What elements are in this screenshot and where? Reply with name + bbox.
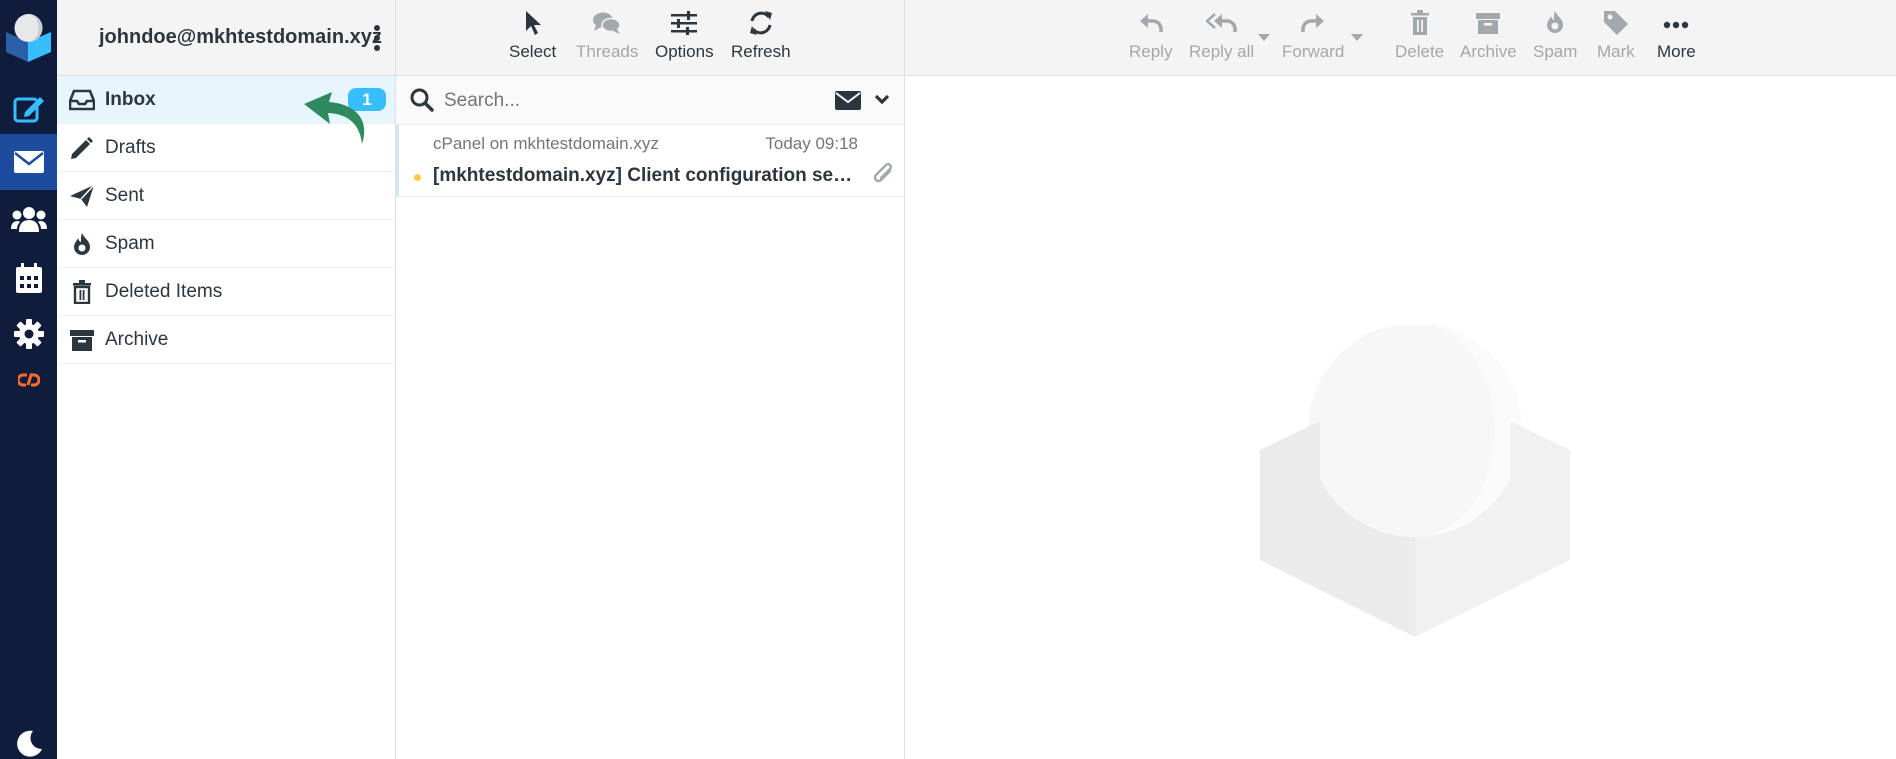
archive-box-icon [69, 328, 95, 352]
folder-label: Drafts [105, 137, 156, 158]
more-dots-icon [1663, 16, 1689, 34]
options-button[interactable]: Options [655, 8, 714, 62]
options-label: Options [655, 42, 714, 61]
fire-icon [1542, 10, 1568, 41]
reply-all-label: Reply all [1189, 42, 1255, 61]
roundcube-watermark-logo [1260, 323, 1570, 637]
calendar-button[interactable] [0, 250, 57, 306]
refresh-button[interactable]: Refresh [731, 8, 791, 62]
more-label: More [1657, 42, 1696, 61]
folder-sent[interactable]: Sent [57, 172, 395, 220]
attachment-paperclip-icon [872, 161, 894, 192]
reply-all-button[interactable]: Reply all [1189, 8, 1254, 62]
archive-button[interactable]: Archive [1460, 8, 1517, 62]
fire-icon [69, 232, 95, 256]
mail-icon [13, 151, 44, 173]
forward-icon [1300, 12, 1326, 39]
app-nav-rail [0, 0, 57, 759]
folder-label: Archive [105, 329, 169, 350]
select-button[interactable]: Select [509, 8, 556, 62]
compose-icon [13, 93, 45, 123]
settings-icon [13, 319, 44, 349]
contacts-button[interactable] [0, 191, 57, 247]
threads-button[interactable]: Threads [576, 8, 638, 62]
archive-label: Archive [1460, 42, 1517, 61]
account-menu-icon[interactable] [369, 24, 385, 52]
curved-arrow-icon [300, 90, 376, 146]
account-header: johndoe@mkhtestdomain.xyz [57, 0, 395, 76]
compose-button[interactable] [0, 80, 57, 136]
message-list-panel: Select Threads Options Refresh Search...… [396, 0, 905, 759]
select-label: Select [509, 42, 557, 61]
inbox-icon [68, 88, 96, 112]
threads-label: Threads [576, 42, 639, 61]
contacts-icon [10, 206, 47, 232]
dark-mode-button[interactable] [0, 715, 57, 759]
search-input[interactable] [444, 87, 804, 115]
account-email: johndoe@mkhtestdomain.xyz [99, 26, 382, 48]
spam-label: Spam [1533, 42, 1578, 61]
trash-icon [69, 280, 95, 305]
unread-dot-icon[interactable] [414, 174, 421, 181]
search-options-chevron-down-icon[interactable] [874, 93, 890, 111]
roundcube-logo[interactable] [4, 10, 53, 64]
folder-spam[interactable]: Spam [57, 220, 395, 268]
reply-all-icon [1204, 12, 1238, 39]
dark-mode-moon-icon [15, 729, 43, 757]
trash-icon [1409, 9, 1431, 41]
reply-icon [1138, 12, 1164, 39]
folder-label: Inbox [105, 89, 156, 110]
search-icon[interactable] [410, 88, 434, 117]
folder-archive[interactable]: Archive [57, 316, 395, 364]
folder-label: Sent [105, 185, 145, 206]
cursor-arrow-icon [523, 10, 543, 41]
archive-box-icon [1475, 11, 1501, 40]
delete-button[interactable]: Delete [1395, 8, 1444, 62]
delete-label: Delete [1395, 42, 1445, 61]
message-sender: cPanel on mkhtestdomain.xyz [433, 134, 659, 153]
calendar-icon [15, 263, 42, 293]
tag-icon [1603, 10, 1629, 41]
message-toolbar: Reply Reply all Forward Delete Archive S… [905, 0, 1896, 76]
forward-dropdown-caret-icon[interactable] [1351, 34, 1363, 41]
list-toolbar: Select Threads Options Refresh [396, 0, 904, 76]
cpanel-button[interactable] [0, 352, 57, 408]
forward-label: Forward [1282, 42, 1345, 61]
message-preview-panel: Reply Reply all Forward Delete Archive S… [905, 0, 1896, 759]
reply-all-dropdown-caret-icon[interactable] [1258, 34, 1270, 41]
refresh-icon [748, 10, 774, 41]
forward-button[interactable]: Forward [1282, 8, 1344, 62]
mark-label: Mark [1597, 42, 1635, 61]
search-bar [396, 76, 904, 125]
search-scope-mail-icon[interactable] [835, 91, 861, 115]
folder-deleted-items[interactable]: Deleted Items [57, 268, 395, 316]
paper-plane-icon [69, 184, 95, 208]
sliders-icon [671, 10, 698, 40]
message-row[interactable]: cPanel on mkhtestdomain.xyz Today 09:18 … [396, 125, 904, 197]
reply-label: Reply [1129, 42, 1173, 61]
message-subject: [mkhtestdomain.xyz] Client configuration… [433, 165, 853, 186]
mail-button[interactable] [0, 134, 57, 190]
mark-button[interactable]: Mark [1597, 8, 1635, 62]
more-button[interactable]: More [1657, 8, 1696, 62]
folder-label: Spam [105, 233, 155, 254]
folder-panel: johndoe@mkhtestdomain.xyz Inbox 1 Drafts… [57, 0, 396, 759]
reply-button[interactable]: Reply [1129, 8, 1172, 62]
folder-label: Deleted Items [105, 281, 223, 302]
chat-bubbles-icon [592, 11, 622, 40]
pencil-icon [69, 136, 95, 160]
refresh-label: Refresh [731, 42, 791, 61]
cpanel-icon [17, 372, 40, 388]
message-date: Today 09:18 [765, 134, 858, 153]
spam-button[interactable]: Spam [1533, 8, 1577, 62]
